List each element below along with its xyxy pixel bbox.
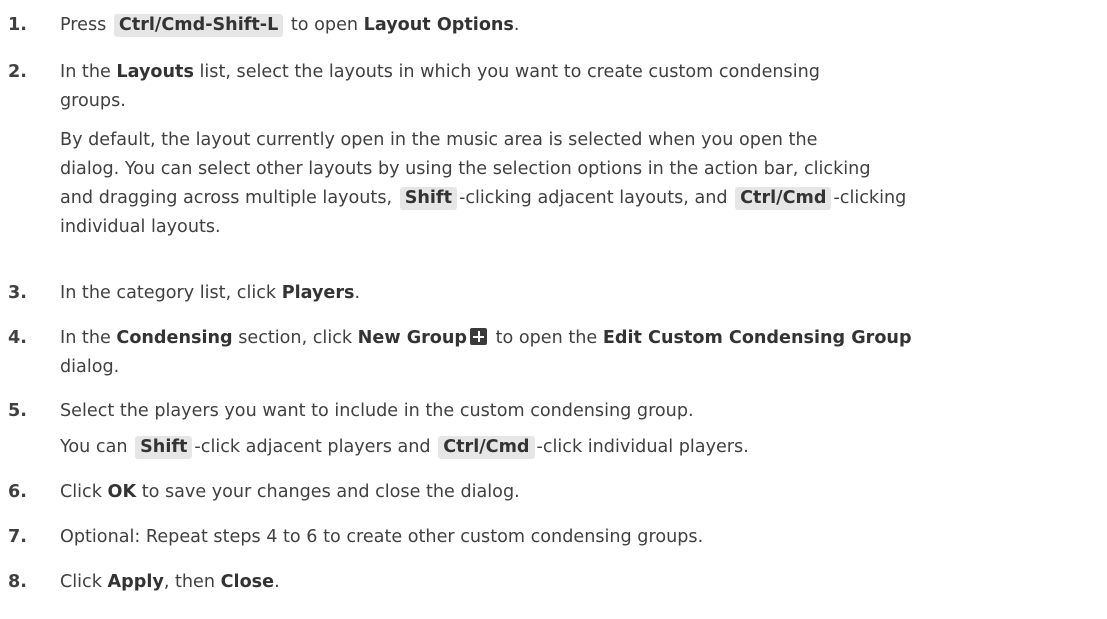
shortcut-key: Ctrl/Cmd <box>438 436 535 459</box>
shortcut-key: Ctrl/Cmd-Shift-L <box>113 14 284 37</box>
ui-term: Players <box>281 283 355 303</box>
step-number: 5. <box>8 401 27 421</box>
step-number: 2. <box>8 62 27 82</box>
step-number: 4. <box>8 328 27 348</box>
instruction-page: 1. Press Ctrl/Cmd-Shift-L to open Layout… <box>0 0 1107 619</box>
shortcut-key: Ctrl/Cmd <box>735 187 832 210</box>
ui-term: Apply <box>107 572 164 592</box>
ui-term: Layouts <box>116 62 194 82</box>
step-number: 1. <box>8 15 27 35</box>
step-note: You can Shift -click adjacent players and… <box>60 436 749 459</box>
step-number: 6. <box>8 482 27 502</box>
step-number: 3. <box>8 283 27 303</box>
ui-term: New Group <box>357 328 468 348</box>
plus-icon <box>470 328 488 345</box>
ui-term: Close <box>220 572 275 592</box>
ui-term: Condensing <box>116 328 233 348</box>
shortcut-key: Shift <box>399 187 457 210</box>
step-number: 8. <box>8 572 27 592</box>
ui-term: Edit Custom Condensing Group <box>602 328 912 348</box>
step-note: By default, the layout currently open in… <box>60 130 907 237</box>
ui-term: OK <box>107 482 137 502</box>
shortcut-key: Shift <box>135 436 193 459</box>
step-number: 7. <box>8 527 27 547</box>
ui-term: Layout Options <box>363 15 514 35</box>
